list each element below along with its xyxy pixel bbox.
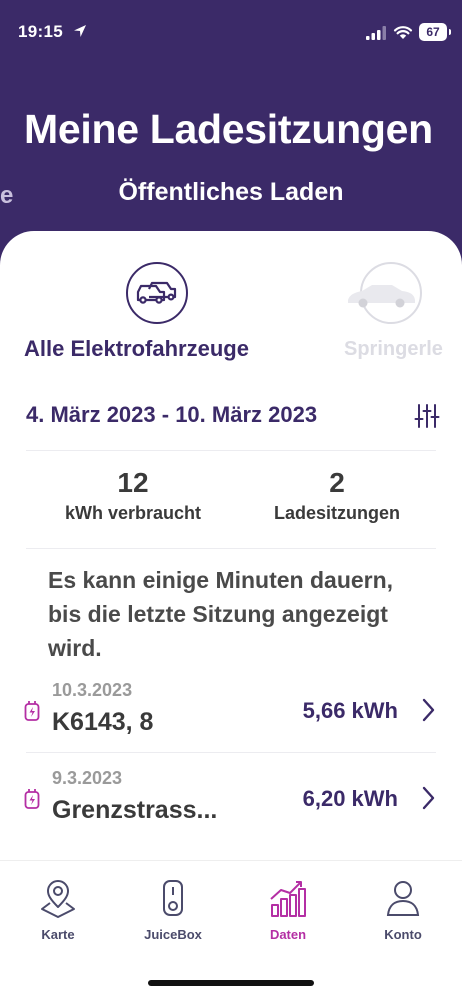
stat-energy-label: kWh verbraucht <box>64 503 202 523</box>
charging-plug-icon <box>24 701 40 721</box>
session-row[interactable]: 9.3.2023 Grenzstrass... 6,20 kWh <box>0 764 462 834</box>
nav-label: JuiceBox <box>144 927 202 942</box>
header: 19:15 67 Meine Ladesitzungen e Öffentlic… <box>0 0 462 270</box>
stat-energy-value: 12 <box>117 467 149 498</box>
session-date: 9.3.2023 <box>52 768 123 788</box>
stat-sessions-label: Ladesitzungen <box>273 503 400 523</box>
nav-juicebox[interactable]: JuiceBox <box>123 879 223 942</box>
stat-sessions-value: 2 <box>329 467 345 498</box>
status-time: 19:15 <box>18 22 63 41</box>
person-icon <box>386 881 420 916</box>
session-energy: 5,66 kWh <box>302 698 398 723</box>
car-image-icon <box>348 285 415 308</box>
location-arrow-icon <box>74 25 86 37</box>
vehicle-all-button[interactable] <box>126 262 188 324</box>
battery-indicator: 67 <box>419 23 451 41</box>
nav-karte[interactable]: Karte <box>8 879 108 942</box>
session-date: 10.3.2023 <box>52 680 133 700</box>
section-tab-public-charging[interactable]: Öffentliches Laden <box>0 178 462 207</box>
session-location: K6143, 8 <box>52 708 154 736</box>
nav-konto[interactable]: Konto <box>353 879 453 942</box>
nav-label: Karte <box>41 927 75 942</box>
divider <box>26 752 436 753</box>
juicebox-icon <box>163 880 183 916</box>
home-indicator[interactable] <box>148 980 314 986</box>
nav-daten[interactable]: Daten <box>238 879 338 942</box>
chevron-right-icon <box>422 698 435 722</box>
vehicle-label-all: Alle Elektrofahrzeuge <box>24 336 249 361</box>
page-title: Meine Ladesitzungen <box>24 106 433 152</box>
session-location: Grenzstrass... <box>52 796 218 824</box>
delay-notice: Es kann einige Minuten dauern, bis die l… <box>48 567 394 661</box>
session-row[interactable]: 10.3.2023 K6143, 8 5,66 kWh <box>0 676 462 746</box>
filter-sliders-icon[interactable] <box>414 402 440 430</box>
vehicle-label-springerle: Springerle <box>344 338 443 360</box>
nav-label: Konto <box>384 927 422 942</box>
cars-icon <box>136 281 177 304</box>
session-energy: 6,20 kWh <box>302 786 398 811</box>
divider <box>26 450 436 451</box>
nav-label: Daten <box>269 927 307 942</box>
divider <box>26 548 436 549</box>
charging-plug-icon <box>24 789 40 809</box>
wifi-icon <box>393 26 413 39</box>
cellular-signal-icon <box>366 26 386 40</box>
chart-icon <box>270 881 306 917</box>
stat-sessions: 2 Ladesitzungen <box>244 467 430 524</box>
stat-energy: 12 kWh verbraucht <box>40 467 226 524</box>
map-pin-icon <box>41 880 75 918</box>
chevron-right-icon <box>422 786 435 810</box>
status-bar: 19:15 67 <box>0 18 462 48</box>
date-range[interactable]: 4. März 2023 - 10. März 2023 <box>26 402 317 428</box>
